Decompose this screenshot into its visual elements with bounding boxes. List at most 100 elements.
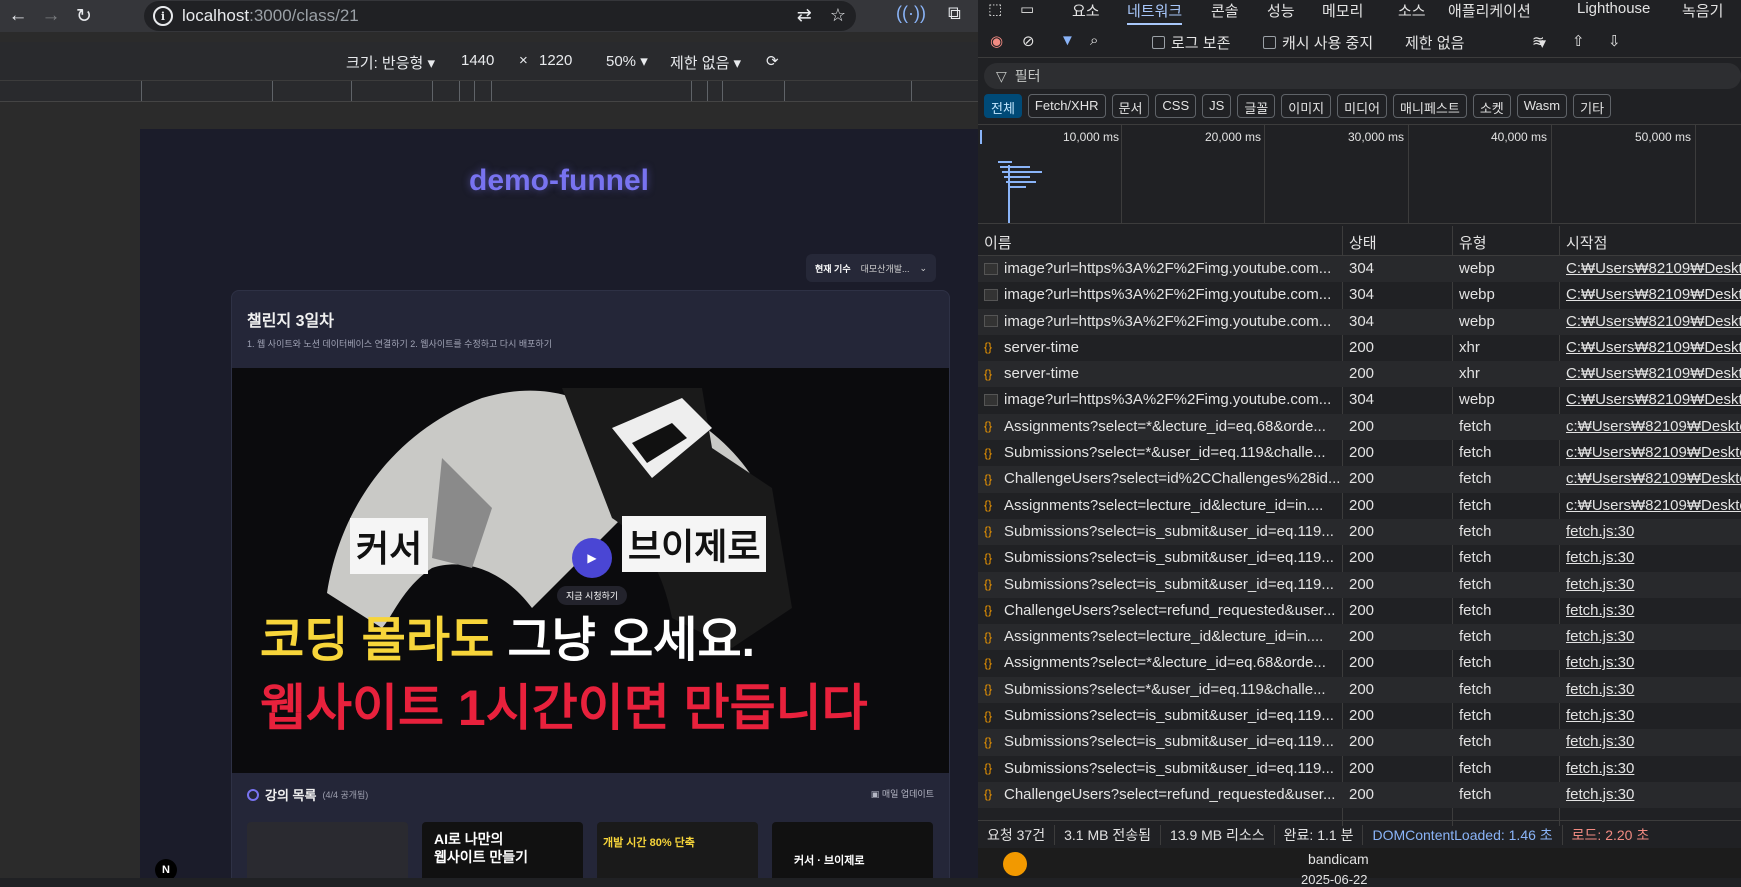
- bookmark-star-icon[interactable]: ☆: [830, 5, 846, 26]
- table-row[interactable]: image?url=https%3A%2F%2Fimg.youtube.com.…: [978, 282, 1741, 308]
- record-stop-icon[interactable]: ◉: [990, 32, 1003, 50]
- request-initiator-link[interactable]: fetch.js:30: [1566, 549, 1741, 566]
- filter-font[interactable]: 글꼴: [1237, 94, 1276, 118]
- table-row[interactable]: image?url=https%3A%2F%2Fimg.youtube.com.…: [978, 387, 1741, 413]
- filter-manifest[interactable]: 매니페스트: [1393, 94, 1467, 118]
- table-row[interactable]: {} Assignments?select=*&lecture_id=eq.68&…: [978, 413, 1741, 441]
- filter-socket[interactable]: 소켓: [1472, 94, 1511, 118]
- table-row[interactable]: image?url=https%3A%2F%2Fimg.youtube.com.…: [978, 256, 1741, 283]
- filter-img[interactable]: 이미지: [1281, 94, 1332, 118]
- tab-performance[interactable]: 성능: [1267, 0, 1295, 21]
- cohort-selector[interactable]: 현재 기수 대모산개발... ⌄: [806, 254, 936, 282]
- table-row[interactable]: {} Submissions?select=*&user_id=eq.119&ch…: [978, 676, 1741, 704]
- table-row[interactable]: {} Submissions?select=is_submit&user_id=e…: [978, 756, 1741, 782]
- filter-css[interactable]: CSS: [1155, 94, 1197, 118]
- request-initiator-link[interactable]: fetch.js:30: [1566, 654, 1741, 671]
- translate-icon[interactable]: ⇄: [797, 5, 812, 26]
- media-query-ruler[interactable]: [0, 80, 978, 102]
- table-row[interactable]: {} Assignments?select=lecture_id&lecture_…: [978, 493, 1741, 519]
- table-row[interactable]: {} server-time 200 xhr C:₩Users₩82109₩Deskto…: [978, 335, 1741, 361]
- request-initiator-link[interactable]: fetch.js:30: [1566, 733, 1741, 750]
- table-row[interactable]: {} Submissions?select=is_submit&user_id=e…: [978, 729, 1741, 756]
- request-initiator-link[interactable]: c:₩Users₩82109₩Desktop: [1566, 444, 1741, 461]
- table-row[interactable]: {} Assignments?select=*&lecture_id=eq.68&…: [978, 650, 1741, 676]
- table-row[interactable]: {} Submissions?select=is_submit&user_id=e…: [978, 518, 1741, 546]
- clear-icon[interactable]: ⊘: [1022, 32, 1035, 50]
- tab-recorder[interactable]: 녹음기: [1682, 0, 1723, 21]
- forward-icon[interactable]: →: [36, 1, 66, 31]
- filter-funnel-icon[interactable]: ▼: [1060, 32, 1075, 49]
- request-initiator-link[interactable]: c:₩Users₩82109₩Desktop: [1566, 470, 1741, 487]
- url-text[interactable]: localhost:3000/class/21: [182, 6, 359, 26]
- zoom-dropdown[interactable]: 50% ▾: [606, 52, 648, 70]
- table-row[interactable]: {} Assignments?select=lecture_id&lecture_…: [978, 624, 1741, 651]
- request-initiator-link[interactable]: fetch.js:30: [1566, 628, 1741, 645]
- request-initiator-link[interactable]: C:₩Users₩82109₩Desktop: [1566, 286, 1741, 303]
- disable-cache-checkbox[interactable]: 캐시 사용 중지: [1263, 32, 1373, 53]
- tab-elements[interactable]: 요소: [1072, 0, 1100, 21]
- network-conditions-icon[interactable]: ≋: [1532, 32, 1545, 50]
- extensions-puzzle-icon[interactable]: ⧉: [948, 3, 961, 24]
- column-type[interactable]: 유형: [1459, 232, 1487, 253]
- omnibox[interactable]: i localhost:3000/class/21 ⇄ ☆: [144, 1, 856, 31]
- request-initiator-link[interactable]: c:₩Users₩82109₩Desktop: [1566, 418, 1741, 435]
- taskbar-app-icon[interactable]: [1003, 852, 1027, 876]
- rotate-icon[interactable]: ⟳: [766, 52, 779, 70]
- extension-wave-icon[interactable]: ((·)): [896, 3, 926, 24]
- network-overview-timeline[interactable]: 10,000 ms 20,000 ms 30,000 ms 40,000 ms …: [978, 124, 1741, 224]
- import-har-icon[interactable]: ⇧: [1572, 32, 1585, 50]
- table-row[interactable]: {} ChallengeUsers?select=refund_requested…: [978, 598, 1741, 624]
- tab-console[interactable]: 콘솔: [1211, 0, 1239, 21]
- column-status[interactable]: 상태: [1349, 232, 1377, 253]
- filter-other[interactable]: 기타: [1573, 94, 1612, 118]
- request-initiator-link[interactable]: C:₩Users₩82109₩Desktop: [1566, 260, 1741, 277]
- nextjs-badge[interactable]: N: [155, 859, 177, 878]
- table-row[interactable]: {} Submissions?select=*&user_id=eq.119&ch…: [978, 440, 1741, 466]
- lecture-thumb-4[interactable]: 커서 · 브이제로: [772, 822, 933, 878]
- filter-media[interactable]: 미디어: [1337, 94, 1388, 118]
- column-name[interactable]: 이름: [984, 232, 1012, 253]
- filter-doc[interactable]: 문서: [1111, 94, 1150, 118]
- width-input[interactable]: 1440: [461, 52, 494, 69]
- throttle-dropdown[interactable]: 제한 없음 ▾: [670, 52, 741, 73]
- tab-application[interactable]: 애플리케이션: [1448, 0, 1531, 21]
- request-initiator-link[interactable]: fetch.js:30: [1566, 786, 1741, 803]
- request-initiator-link[interactable]: c:₩Users₩82109₩Desktop: [1566, 497, 1741, 514]
- brand-logo[interactable]: demo-funnel: [140, 164, 978, 198]
- reload-icon[interactable]: ↻: [69, 1, 99, 31]
- table-row[interactable]: image?url=https%3A%2F%2Fimg.youtube.com.…: [978, 308, 1741, 335]
- request-initiator-link[interactable]: fetch.js:30: [1566, 523, 1741, 540]
- request-initiator-link[interactable]: C:₩Users₩82109₩Desktop: [1566, 339, 1741, 356]
- tab-memory[interactable]: 메모리: [1322, 0, 1363, 21]
- table-row[interactable]: {} ChallengeUsers?select=refund_requested…: [978, 781, 1741, 809]
- search-icon[interactable]: ⌕: [1090, 32, 1098, 49]
- dimensions-dropdown[interactable]: 크기: 반응형 ▾: [346, 52, 435, 73]
- column-initiator[interactable]: 시작점: [1566, 232, 1607, 253]
- table-row[interactable]: {} Submissions?select=is_submit&user_id=e…: [978, 703, 1741, 729]
- request-initiator-link[interactable]: fetch.js:30: [1566, 681, 1741, 698]
- lecture-thumb-1[interactable]: [247, 822, 408, 878]
- request-initiator-link[interactable]: C:₩Users₩82109₩Desktop: [1566, 365, 1741, 382]
- table-row[interactable]: {} Submissions?select=is_submit&user_id=e…: [978, 571, 1741, 598]
- request-initiator-link[interactable]: C:₩Users₩82109₩Desktop: [1566, 313, 1741, 330]
- request-initiator-link[interactable]: fetch.js:30: [1566, 707, 1741, 724]
- device-toggle-icon[interactable]: ▭: [1020, 0, 1034, 18]
- filter-all[interactable]: 전체: [984, 94, 1022, 118]
- lecture-thumb-3[interactable]: 개발 시간 80% 단축: [597, 822, 758, 878]
- tab-lighthouse[interactable]: Lighthouse: [1577, 0, 1650, 17]
- request-initiator-link[interactable]: fetch.js:30: [1566, 576, 1741, 593]
- back-icon[interactable]: ←: [3, 1, 33, 31]
- height-input[interactable]: 1220: [539, 52, 572, 69]
- export-har-icon[interactable]: ⇩: [1608, 32, 1621, 50]
- tab-sources[interactable]: 소스: [1398, 0, 1426, 21]
- filter-input[interactable]: ▽ 필터: [984, 63, 1741, 89]
- site-info-icon[interactable]: i: [153, 6, 173, 26]
- lecture-thumb-2[interactable]: AI로 나만의 웹사이트 만들기: [422, 822, 583, 878]
- request-initiator-link[interactable]: fetch.js:30: [1566, 760, 1741, 777]
- filter-wasm[interactable]: Wasm: [1516, 94, 1568, 118]
- throttling-select[interactable]: 제한 없음 ▾: [1405, 32, 1546, 53]
- inspect-element-icon[interactable]: ⬚: [988, 0, 1002, 18]
- table-row[interactable]: {} ChallengeUsers?select=id%2CChallenges%…: [978, 466, 1741, 493]
- request-initiator-link[interactable]: C:₩Users₩82109₩Desktop: [1566, 391, 1741, 408]
- tab-network[interactable]: 네트워크: [1127, 0, 1183, 25]
